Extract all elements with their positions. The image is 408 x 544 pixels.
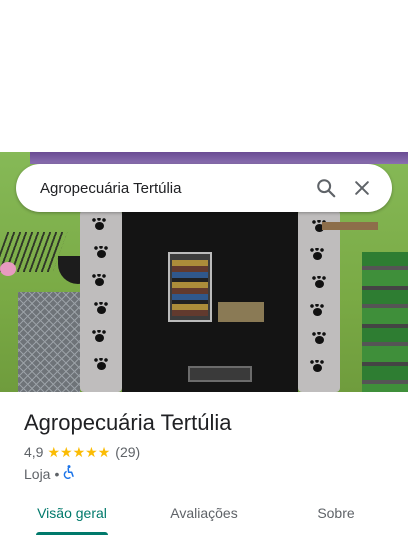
search-icon[interactable] <box>308 170 344 206</box>
search-input[interactable]: Agropecuária Tertúlia <box>40 180 308 197</box>
photo-right-pillar <box>298 210 340 392</box>
photo-counter <box>218 302 264 322</box>
tab-reviews-label: Avaliações <box>170 505 238 521</box>
star-icon: ★ <box>47 444 61 460</box>
place-info-panel: Agropecuária Tertúlia 4,9 ★ ★ ★ ★ ★ (29)… <box>0 392 408 544</box>
separator-dot: • <box>54 465 60 482</box>
tab-about[interactable]: Sobre <box>284 500 388 536</box>
search-bar[interactable]: Agropecuária Tertúlia <box>16 164 392 212</box>
photo-pink-object <box>0 262 16 276</box>
active-tab-indicator <box>36 532 108 535</box>
place-title: Agropecuária Tertúlia <box>24 410 232 435</box>
photo-awning <box>30 152 408 164</box>
photo-left-pillar <box>80 210 122 392</box>
tab-overview[interactable]: Visão geral <box>20 500 124 536</box>
star-rating: ★ ★ ★ ★ ★ <box>47 445 110 459</box>
rating-value: 4,9 <box>24 444 44 460</box>
star-icon: ★ <box>60 444 73 460</box>
photo-products <box>172 260 208 316</box>
star-icon: ★ <box>72 444 86 460</box>
photo-wire-mesh <box>18 292 80 392</box>
place-category: Loja <box>24 465 51 482</box>
close-icon[interactable] <box>344 170 380 206</box>
photo-plant-rack <box>362 252 408 392</box>
review-count[interactable]: (29) <box>115 444 140 460</box>
star-icon: ★ <box>97 444 111 460</box>
photo-floor-mat <box>188 366 252 382</box>
tab-about-label: Sobre <box>317 505 355 521</box>
category-row: Loja • <box>24 465 75 482</box>
rating-row[interactable]: 4,9 ★ ★ ★ ★ ★ (29) <box>24 444 140 460</box>
tab-reviews[interactable]: Avaliações <box>152 500 256 536</box>
star-icon: ★ <box>85 444 98 460</box>
map-area-blank <box>0 0 408 152</box>
photo-wooden-hanger <box>322 222 378 230</box>
accessible-icon <box>63 465 75 482</box>
place-tabs: Visão geral Avaliações Sobre <box>0 500 408 536</box>
